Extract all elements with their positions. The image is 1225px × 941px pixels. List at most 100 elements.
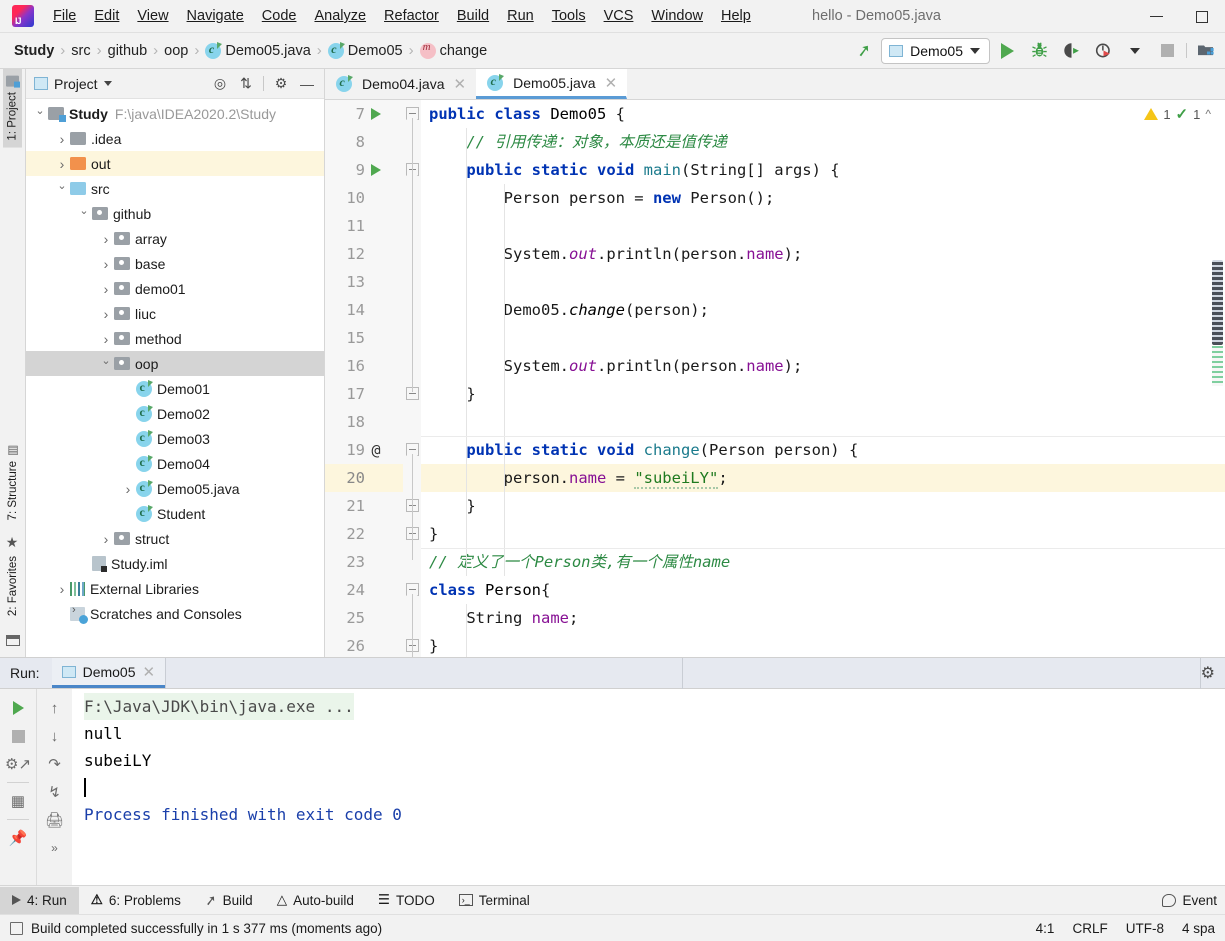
profiler-button[interactable] [1088, 36, 1118, 66]
tree-node-study-iml[interactable]: Study.iml [26, 551, 324, 576]
chevron-down-icon[interactable] [76, 207, 92, 220]
gutter-line-26[interactable]: 26 [325, 632, 403, 657]
close-icon[interactable]: ✕ [143, 663, 156, 681]
dump-threads-icon[interactable]: ⚙↗ [5, 751, 31, 777]
menu-code[interactable]: Code [253, 5, 306, 27]
menu-file[interactable]: File [44, 5, 85, 27]
stop-button[interactable] [1152, 36, 1182, 66]
gutter-line-17[interactable]: 17 [325, 380, 403, 408]
tree-node-demo02[interactable]: Demo02 [26, 401, 324, 426]
breadcrumb-item-src[interactable]: src [71, 43, 90, 59]
tree-node-demo01[interactable]: Demo01 [26, 376, 324, 401]
breadcrumb-item-study[interactable]: Study [14, 43, 54, 59]
indent-setting[interactable]: 4 spa [1182, 921, 1215, 936]
run-gutter-icon[interactable] [365, 108, 387, 120]
expand-icon[interactable]: » [42, 835, 68, 861]
editor-tab-demo05[interactable]: Demo05.java ✕ [476, 69, 628, 99]
run-gutter-icon[interactable] [365, 164, 387, 176]
code-line-7[interactable]: public class Demo05 { [421, 100, 1225, 128]
hide-icon[interactable]: — [296, 73, 318, 95]
tree-node-base[interactable]: base [26, 251, 324, 276]
bottom-tab-todo[interactable]: ☰ TODO [366, 887, 447, 914]
gutter-line-13[interactable]: 13 [325, 268, 403, 296]
chevron-down-icon[interactable] [32, 107, 48, 120]
gutter-line-19[interactable]: 19 @ [325, 436, 403, 464]
chevron-right-icon[interactable] [98, 531, 114, 547]
code-line-19[interactable]: public static void change(Person person)… [421, 436, 1225, 464]
menu-tools[interactable]: Tools [543, 5, 595, 27]
up-icon[interactable]: ↑ [42, 695, 68, 721]
pin-icon[interactable]: 📌 [5, 825, 31, 851]
chevron-down-icon[interactable] [54, 182, 70, 195]
code-line-18[interactable] [421, 408, 1225, 436]
chevron-right-icon[interactable] [98, 331, 114, 347]
menu-view[interactable]: View [128, 5, 177, 27]
tree-node-array[interactable]: array [26, 226, 324, 251]
tree-node-external-libraries[interactable]: External Libraries [26, 576, 324, 601]
window-toggle-icon[interactable] [5, 623, 20, 657]
chevron-right-icon[interactable] [54, 581, 70, 597]
gutter-line-25[interactable]: 25 [325, 604, 403, 632]
menu-edit[interactable]: Edit [85, 5, 128, 27]
run-configuration-selector[interactable]: Demo05 [881, 37, 990, 64]
chevron-down-icon[interactable] [103, 81, 112, 86]
code-line-12[interactable]: System.out.println(person.name); [421, 240, 1225, 268]
sidebar-tab-project[interactable]: 1: Project [3, 69, 22, 148]
chevron-up-icon[interactable]: ^ [1205, 107, 1211, 121]
debug-button[interactable] [1024, 36, 1054, 66]
console-output[interactable]: F:\Java\JDK\bin\java.exe ... null subeiLY P… [72, 689, 1225, 885]
gutter-line-10[interactable]: 10 [325, 184, 403, 212]
caret-position[interactable]: 4:1 [1036, 921, 1055, 936]
rerun-icon[interactable] [5, 695, 31, 721]
bottom-tab-terminal[interactable]: ›_ Terminal [447, 887, 542, 914]
soft-wrap-icon[interactable]: ↷ [42, 751, 68, 777]
project-tree[interactable]: Study F:\java\IDEA2020.2\Study .idea out src… [26, 99, 324, 657]
scroll-to-end-icon[interactable]: ↯ [42, 779, 68, 805]
code-line-24[interactable]: class Person{ [421, 576, 1225, 604]
minimize-button[interactable] [1133, 0, 1179, 33]
tree-node-liuc[interactable]: liuc [26, 301, 324, 326]
tree-node-scratches-and-consoles[interactable]: Scratches and Consoles [26, 601, 324, 626]
menu-analyze[interactable]: Analyze [305, 5, 375, 27]
tree-node-struct[interactable]: struct [26, 526, 324, 551]
code-line-23[interactable]: // 定义了一个Person类,有一个属性name [421, 548, 1225, 576]
code-line-26[interactable]: } [421, 632, 1225, 657]
breadcrumb-item-github[interactable]: github [108, 43, 148, 59]
gutter-line-22[interactable]: 22 [325, 520, 403, 548]
gutter-line-23[interactable]: 23 [325, 548, 403, 576]
gutter-line-7[interactable]: 7 [325, 100, 403, 128]
code-line-11[interactable] [421, 212, 1225, 240]
scrollbar-thumb[interactable] [1212, 260, 1223, 345]
line-separator[interactable]: CRLF [1072, 921, 1107, 936]
code-line-16[interactable]: System.out.println(person.name); [421, 352, 1225, 380]
menu-vcs[interactable]: VCS [595, 5, 643, 27]
collapse-all-icon[interactable]: ⇅ [235, 73, 257, 95]
tree-node-src[interactable]: src [26, 176, 324, 201]
inspection-widget[interactable]: 1 ✓ 1 ^ [1144, 105, 1211, 123]
file-encoding[interactable]: UTF-8 [1126, 921, 1164, 936]
tree-node-idea[interactable]: .idea [26, 126, 324, 151]
menu-build[interactable]: Build [448, 5, 498, 27]
gear-icon[interactable]: ⚙ [1201, 663, 1215, 683]
menu-refactor[interactable]: Refactor [375, 5, 448, 27]
tree-node-study[interactable]: Study F:\java\IDEA2020.2\Study [26, 101, 324, 126]
breadcrumb-item-oop[interactable]: oop [164, 43, 188, 59]
chevron-right-icon[interactable] [98, 231, 114, 247]
bottom-tab-run[interactable]: 4: Run [0, 886, 79, 914]
gutter-line-15[interactable]: 15 [325, 324, 403, 352]
gear-icon[interactable]: ⚙ [270, 73, 292, 95]
gutter-line-24[interactable]: 24 [325, 576, 403, 604]
chevron-right-icon[interactable] [98, 306, 114, 322]
bottom-tab-problems[interactable]: ⚠ 6: Problems [79, 887, 193, 914]
code-line-21[interactable]: } [421, 492, 1225, 520]
gutter-line-21[interactable]: 21 [325, 492, 403, 520]
layout-icon[interactable]: ▦ [5, 788, 31, 814]
tree-node-demo01[interactable]: demo01 [26, 276, 324, 301]
chevron-right-icon[interactable] [98, 281, 114, 297]
bottom-tab-autobuild[interactable]: △ Auto-build [265, 887, 366, 914]
tree-node-github[interactable]: github [26, 201, 324, 226]
menu-help[interactable]: Help [712, 5, 760, 27]
gutter-line-12[interactable]: 12 [325, 240, 403, 268]
gutter-line-11[interactable]: 11 [325, 212, 403, 240]
gutter-line-16[interactable]: 16 [325, 352, 403, 380]
